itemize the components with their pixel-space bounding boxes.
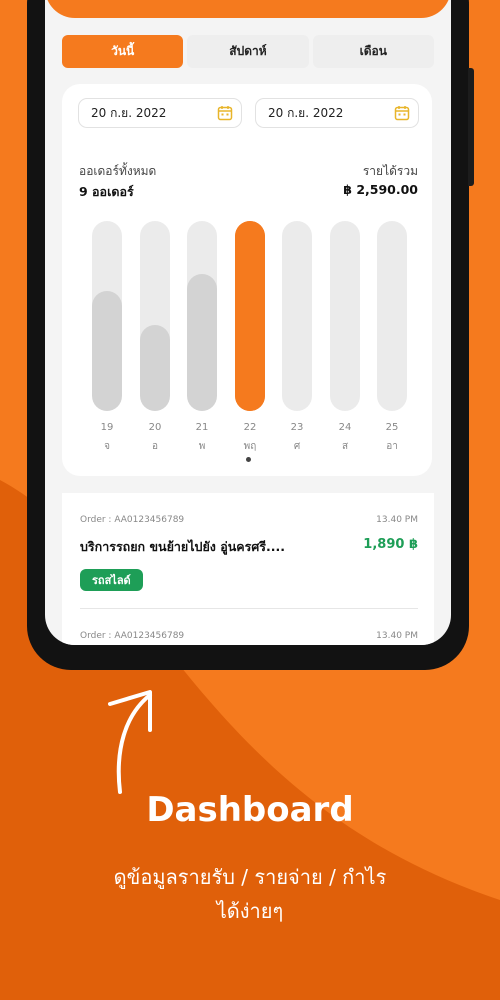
orders-total-label: ออเดอร์ทั้งหมด (79, 164, 157, 178)
bar-weekday-label: พ (198, 441, 206, 452)
promo-subtitle-line1: ดูข้อมูลรายรับ / รายจ่าย / กำไร (113, 865, 387, 889)
bar-23[interactable] (282, 221, 312, 411)
order-time: 13.40 PM (376, 515, 418, 525)
revenue-total-label: รายได้รวม (362, 164, 418, 178)
tab-month[interactable]: เดือน (312, 35, 434, 68)
vehicle-type-badge: รถสไลด์ (80, 569, 143, 591)
bar-24[interactable] (330, 221, 360, 411)
bar-21[interactable] (187, 221, 217, 411)
bar-weekday-label: ศ (293, 441, 301, 452)
bar-day-label: 23 (290, 422, 304, 433)
curved-arrow-icon (108, 690, 152, 794)
summary-card: 20 ก.ย. 2022 20 ก.ย. 2022 ออเดอร์ทั้งหมด… (62, 84, 432, 476)
promo-headline: Dashboard (146, 790, 354, 830)
bar-20[interactable] (140, 221, 170, 411)
promo-subtitle-line2: ได้ง่ายๆ (216, 899, 284, 923)
list-divider (80, 608, 418, 609)
calendar-icon (217, 106, 233, 121)
bar-weekday-label: ส (341, 441, 349, 452)
tab-today[interactable]: วันนี้ (62, 35, 184, 68)
revenue-total-value: ฿ 2,590.00 (343, 182, 418, 197)
bar-weekday-label: อ (151, 441, 158, 452)
app-header (45, 0, 451, 18)
start-date-value: 20 ก.ย. 2022 (91, 105, 167, 120)
end-date-field[interactable]: 20 ก.ย. 2022 (255, 98, 419, 128)
order-list: Order : AA0123456789 13.40 PM บริการรถยก… (62, 493, 434, 645)
bar-day-label: 25 (385, 422, 399, 433)
selected-day-indicator (246, 457, 251, 462)
order-time: 13.40 PM (376, 631, 418, 641)
period-tabs: วันนี้ สัปดาห์ เดือน (62, 35, 434, 68)
bar-day-label: 19 (100, 422, 114, 433)
order-number: Order : AA0123456789 (80, 631, 185, 641)
bar-fill (140, 325, 170, 411)
app-screen: วันนี้ สัปดาห์ เดือน 20 ก.ย. 2022 20 ก.ย… (45, 0, 451, 645)
bar-weekday-label: จ (104, 441, 110, 452)
order-number: Order : AA0123456789 (80, 515, 185, 525)
bar-day-label: 22 (243, 422, 257, 433)
bar-fill (92, 291, 122, 411)
bar-weekday-label: อา (386, 441, 398, 452)
order-title: บริการรถยก ขนย้ายไปยัง อู่นครศรี.... (80, 539, 286, 554)
promo-subtitle: ดูข้อมูลรายรับ / รายจ่าย / กำไร ได้ง่ายๆ (50, 860, 450, 928)
order-price: 1,890 ฿ (363, 537, 418, 552)
bar-weekday-label: พฤ (243, 441, 257, 452)
bar-day-label: 21 (195, 422, 209, 433)
bar-fill (235, 221, 265, 411)
bar-22[interactable] (235, 221, 265, 411)
tab-week[interactable]: สัปดาห์ (187, 35, 309, 68)
bar-day-label: 24 (338, 422, 352, 433)
phone-frame: วันนี้ สัปดาห์ เดือน 20 ก.ย. 2022 20 ก.ย… (27, 0, 474, 670)
phone-side-button (468, 68, 474, 186)
end-date-value: 20 ก.ย. 2022 (268, 105, 344, 120)
orders-total-value: 9 ออเดอร์ (79, 184, 134, 199)
bar-19[interactable] (92, 221, 122, 411)
start-date-field[interactable]: 20 ก.ย. 2022 (78, 98, 242, 128)
bar-day-label: 20 (148, 422, 162, 433)
calendar-icon (394, 106, 410, 121)
bar-fill (187, 274, 217, 411)
bar-25[interactable] (377, 221, 407, 411)
daily-bar-chart (92, 221, 409, 411)
